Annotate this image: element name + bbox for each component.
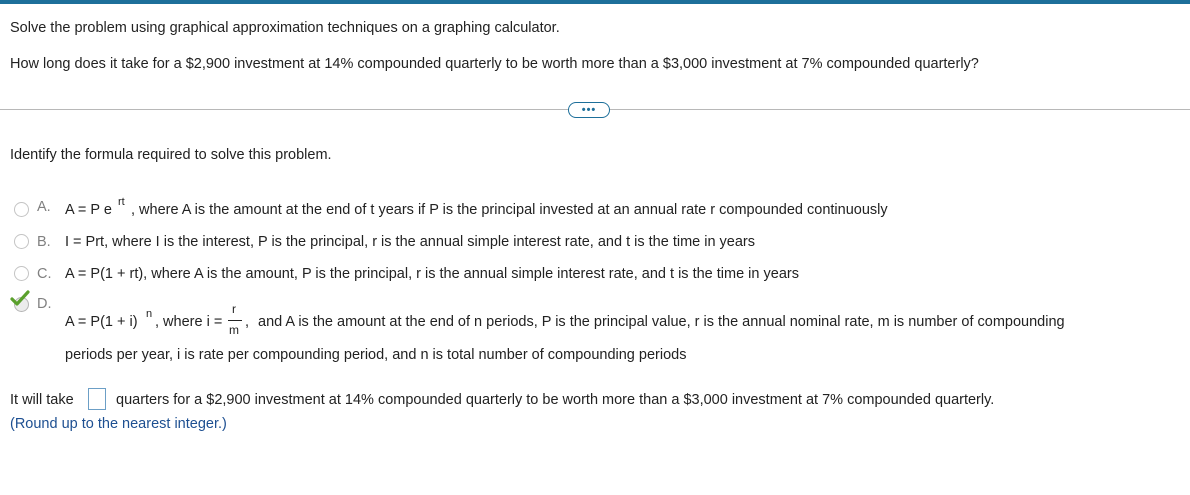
option-d-formula-mid: , where i = <box>155 314 223 330</box>
option-d-fraction-numerator: r <box>232 302 236 316</box>
rounding-hint: (Round up to the nearest integer.) <box>10 416 227 432</box>
step-prompt: Identify the formula required to solve t… <box>10 147 332 163</box>
option-d-letter: D. <box>37 296 52 312</box>
option-a-description: , where A is the amount at the end of t … <box>131 202 888 218</box>
answer-input[interactable] <box>88 388 106 410</box>
option-b-letter: B. <box>37 234 51 250</box>
question-text: How long does it take for a $2,900 inves… <box>10 56 979 72</box>
option-d-exponent: n <box>146 308 153 320</box>
option-a-formula-main: A = P e <box>65 202 112 218</box>
top-accent-bar <box>0 0 1190 4</box>
checkmark-icon <box>10 290 30 306</box>
answer-suffix: quarters for a $2,900 investment at 14% … <box>116 392 995 408</box>
radio-option-a[interactable] <box>14 202 29 217</box>
option-d-formula-main: A = P(1 + i) <box>65 314 138 330</box>
option-a-letter: A. <box>37 199 51 215</box>
option-d-description-line1: and A is the amount at the end of n peri… <box>258 314 1065 330</box>
radio-option-b[interactable] <box>14 234 29 249</box>
option-d-fraction-bar <box>228 320 242 321</box>
option-d-description-line2: periods per year, i is rate per compound… <box>65 347 687 363</box>
instruction-text: Solve the problem using graphical approx… <box>10 20 560 36</box>
ellipsis-icon: ••• <box>581 104 597 116</box>
option-d-fraction-comma: , <box>245 314 250 330</box>
show-more-button[interactable]: ••• <box>568 102 610 118</box>
option-d-fraction-denominator: m <box>229 323 239 337</box>
radio-option-c[interactable] <box>14 266 29 281</box>
option-c-text: A = P(1 + rt), where A is the amount, P … <box>65 266 799 282</box>
option-a-exponent: rt <box>118 196 125 208</box>
answer-prefix: It will take <box>10 392 74 408</box>
option-c-letter: C. <box>37 266 52 282</box>
option-b-text: I = Prt, where I is the interest, P is t… <box>65 234 756 250</box>
option-a-formula: A = P e <box>65 202 112 218</box>
